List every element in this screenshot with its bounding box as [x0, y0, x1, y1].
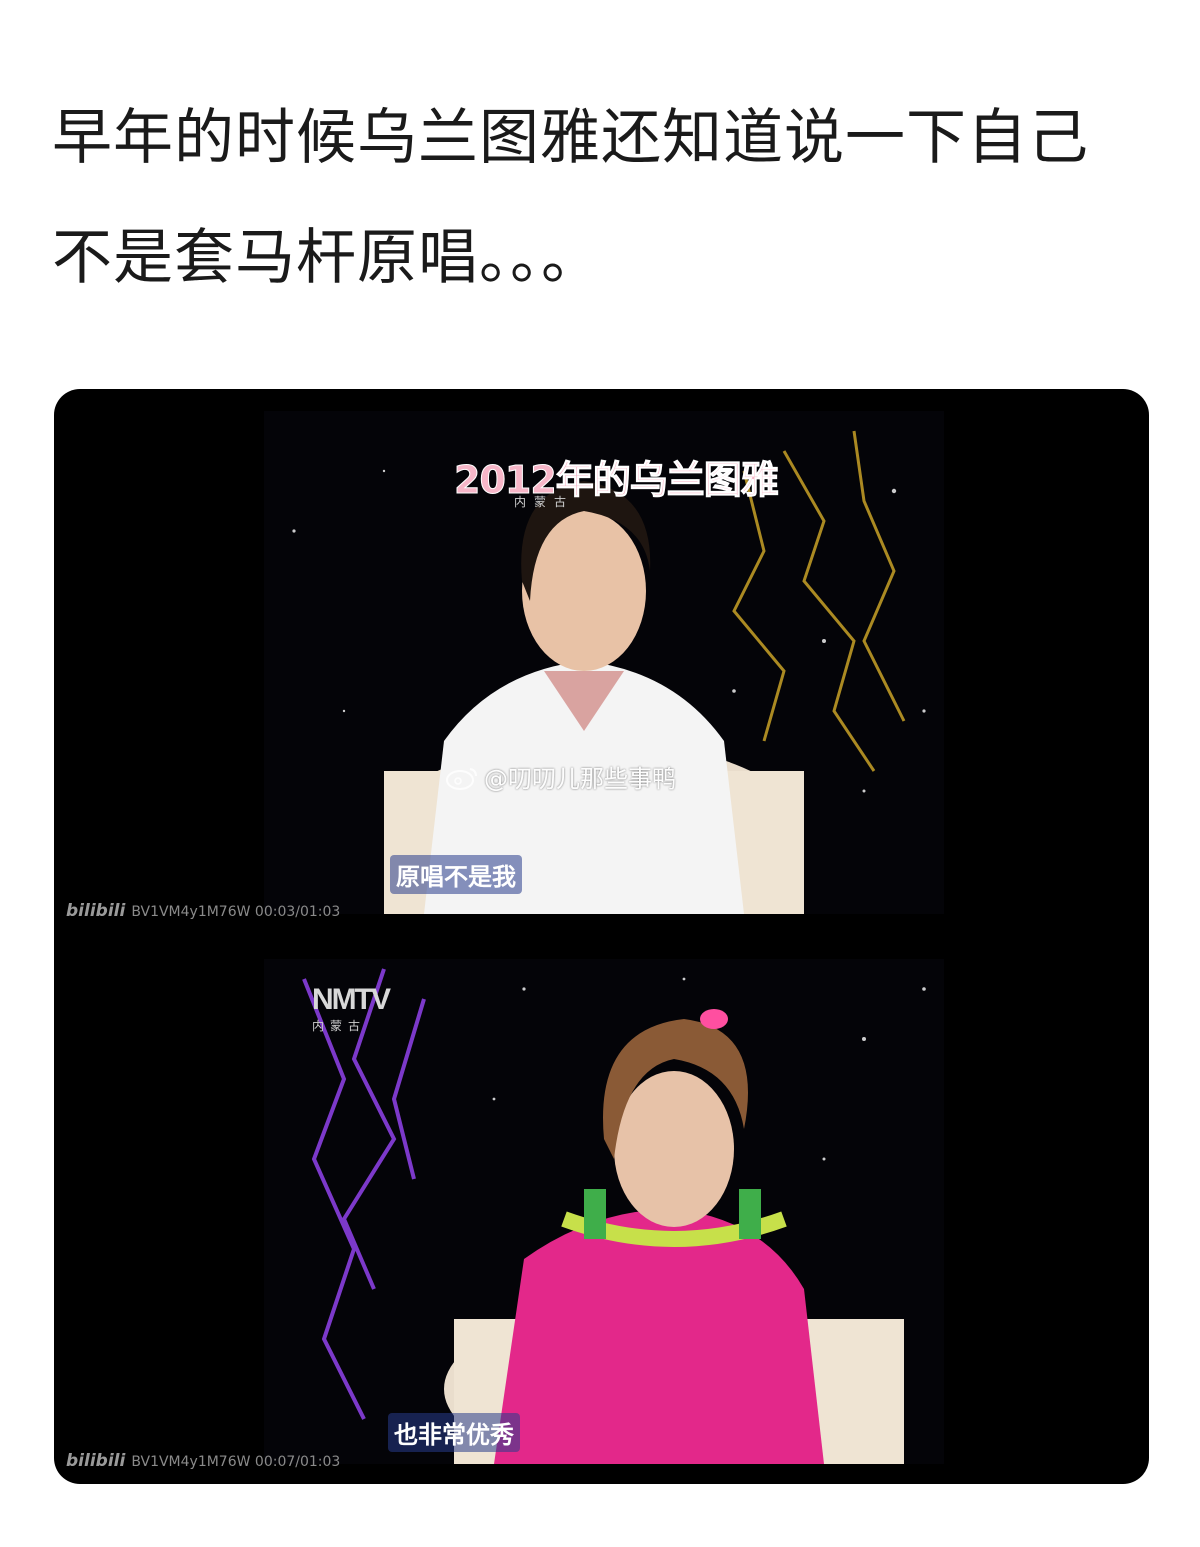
video-frame-2: NMTV 内蒙古 也非常优秀	[264, 959, 944, 1464]
bilibili-video-info: BV1VM4y1M76W 00:03/01:03	[131, 904, 341, 920]
post-text-line-2: 不是套马杆原唱。。。	[52, 223, 602, 293]
channel-name-small: 内蒙古	[312, 1019, 367, 1033]
bilibili-logo: bilibili	[66, 1451, 126, 1471]
video-frame-2-scene	[264, 959, 944, 1464]
channel-name-small: 内蒙古	[514, 495, 575, 509]
bilibili-video-info: BV1VM4y1M76W 00:07/01:03	[131, 1454, 341, 1470]
video-caption-tag: 2012年的乌兰图雅	[454, 458, 780, 503]
post-text-line-1: 早年的时候乌兰图雅还知道说一下自己	[52, 103, 1089, 173]
watermark-text: @叨叨儿那些事鸭	[484, 765, 676, 793]
bilibili-watermark-1: bilibili BV1VM4y1M76W 00:03/01:03	[66, 901, 340, 921]
post-text: 早年的时候乌兰图雅还知道说一下自己 不是套马杆原唱。。。	[52, 78, 1162, 318]
bilibili-watermark-2: bilibili BV1VM4y1M76W 00:07/01:03	[66, 1451, 340, 1471]
bilibili-logo: bilibili	[66, 901, 126, 921]
weibo-icon	[446, 767, 477, 790]
video-frame-1: 2012年的乌兰图雅 内蒙古 原唱不是我	[264, 411, 944, 914]
post-image[interactable]: 2012年的乌兰图雅 内蒙古 原唱不是我 @叨叨儿那些事鸭 bilibili B…	[54, 389, 1149, 1484]
weibo-watermark: @叨叨儿那些事鸭	[444, 759, 676, 794]
video-subtitle: 也非常优秀	[388, 1413, 520, 1452]
nmtv-logo-text: NMTV	[312, 983, 391, 1016]
nmtv-channel-logo: NMTV 内蒙古	[312, 983, 391, 1034]
video-subtitle: 原唱不是我	[390, 855, 522, 894]
